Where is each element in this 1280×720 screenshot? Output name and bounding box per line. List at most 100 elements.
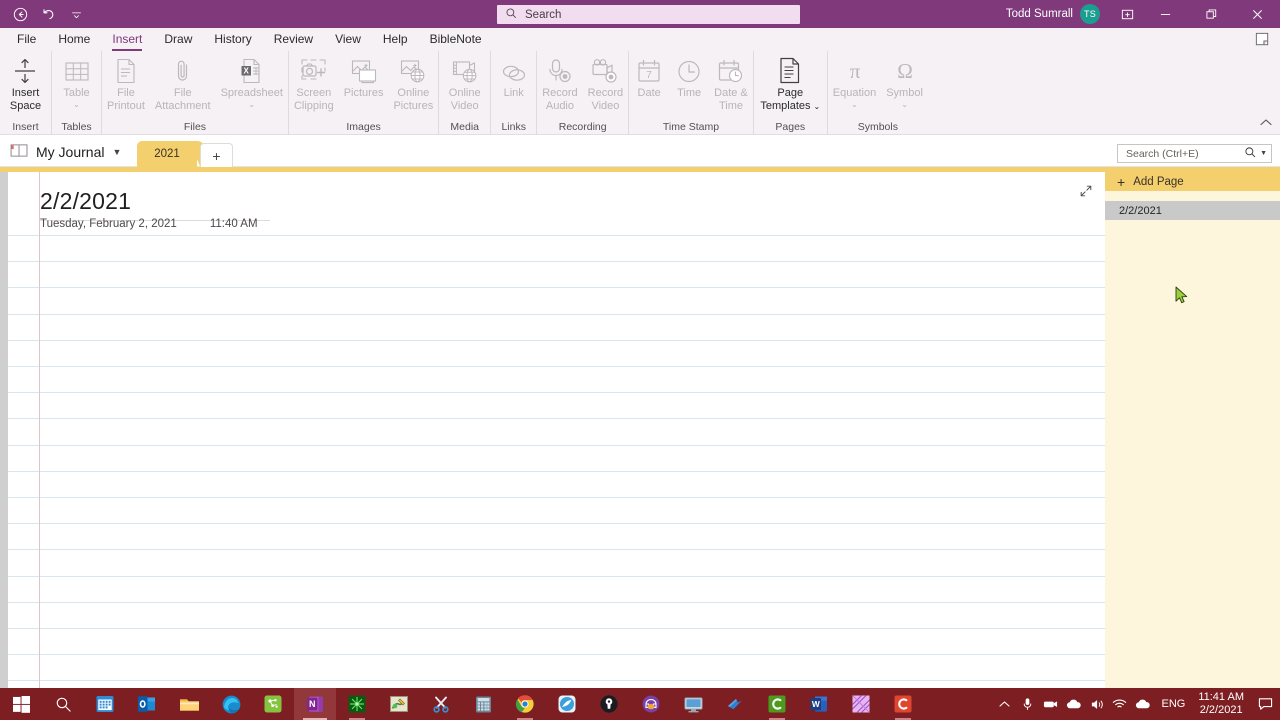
- microphone-icon[interactable]: [1016, 688, 1039, 720]
- taskbar-paint[interactable]: [378, 688, 420, 720]
- ribbon-tab-biblenote[interactable]: BibleNote: [419, 30, 493, 51]
- insert-space-icon: [13, 56, 37, 84]
- undo-icon[interactable]: [35, 2, 61, 26]
- note-canvas[interactable]: 2/2/2021 Tuesday, February 2, 2021 11:40…: [0, 172, 1105, 688]
- ribbon-group-pages: Page Templates ⌄ Pages: [754, 51, 828, 135]
- clock[interactable]: 11:41 AM 2/2/2021: [1192, 691, 1250, 717]
- taskbar-monitor[interactable]: [672, 688, 714, 720]
- ribbon-group-label: Time Stamp: [662, 121, 720, 133]
- add-page-label: Add Page: [1133, 175, 1184, 188]
- notification-icon[interactable]: [1250, 688, 1280, 720]
- back-arrow-icon[interactable]: [7, 2, 33, 26]
- taskbar-chrome[interactable]: [504, 688, 546, 720]
- chevron-up-icon[interactable]: [1260, 118, 1272, 130]
- canvas-left-scrollbar[interactable]: [0, 172, 8, 688]
- sticky-note-icon[interactable]: [1252, 30, 1272, 49]
- ribbon-tab-history[interactable]: History: [203, 30, 262, 51]
- ribbon-button-label: File Attachment: [154, 87, 211, 112]
- chevron-up-icon[interactable]: [993, 688, 1016, 720]
- taskbar-explorer-blue[interactable]: [546, 688, 588, 720]
- ribbon-button-equation: π Equation ⌄: [828, 54, 881, 109]
- close-icon[interactable]: [1234, 0, 1280, 28]
- taskbar-outlook[interactable]: [126, 688, 168, 720]
- paperclip-icon: [175, 56, 191, 84]
- ribbon-button-insert-space[interactable]: Insert Space: [5, 54, 46, 112]
- taskbar-blue-arrow[interactable]: [714, 688, 756, 720]
- restore-icon[interactable]: [1188, 0, 1234, 28]
- ribbon-tab-draw[interactable]: Draw: [153, 30, 203, 51]
- taskbar-file-explorer[interactable]: [168, 688, 210, 720]
- cloud-icon[interactable]: [1062, 688, 1085, 720]
- device-icon[interactable]: [1039, 688, 1062, 720]
- avatar[interactable]: TS: [1080, 4, 1100, 24]
- rule-line: [8, 680, 1105, 681]
- symbol-omega-icon: Ω: [893, 56, 917, 84]
- ribbon-tab-insert[interactable]: Insert: [101, 30, 153, 51]
- page-search-box[interactable]: Search (Ctrl+E) ▼: [1117, 144, 1272, 163]
- ribbon-tab-help[interactable]: Help: [372, 30, 419, 51]
- table-icon: [64, 56, 90, 84]
- ribbon-tab-view[interactable]: View: [324, 30, 372, 51]
- rule-line: [8, 261, 1105, 262]
- rule-line: [8, 497, 1105, 498]
- link-icon: [501, 56, 527, 84]
- ribbon-group-images: Screen Clipping Pictures Online Pictures Im…: [289, 51, 440, 135]
- margin-line: [39, 172, 40, 688]
- taskbar-word[interactable]: W: [798, 688, 840, 720]
- language-indicator[interactable]: ENG: [1154, 698, 1192, 710]
- page-time: 11:40 AM: [209, 218, 258, 230]
- page-list-item[interactable]: 2/2/2021: [1105, 201, 1280, 220]
- ribbon-button-spreadsheet: X Spreadsheet ⌄: [216, 54, 288, 109]
- customize-quick-access-icon[interactable]: [63, 2, 89, 26]
- ribbon-button-table: Table ⌄: [57, 54, 97, 109]
- rule-line: [8, 418, 1105, 419]
- expand-diagonal-icon[interactable]: [1075, 180, 1097, 202]
- start-button[interactable]: [0, 688, 42, 720]
- chevron-down-icon[interactable]: ▼: [112, 147, 121, 157]
- section-tab-2021[interactable]: 2021: [137, 141, 197, 167]
- taskbar-calculator[interactable]: [462, 688, 504, 720]
- taskbar-fireworks[interactable]: [336, 688, 378, 720]
- add-page-button[interactable]: + Add Page: [1105, 172, 1280, 191]
- page-date: Tuesday, February 2, 2021: [40, 218, 177, 230]
- taskbar-headphones[interactable]: [630, 688, 672, 720]
- svg-text:Ω: Ω: [897, 59, 913, 83]
- ribbon-button-label: Record Audio: [542, 87, 578, 112]
- volume-icon[interactable]: [1085, 688, 1108, 720]
- ribbon-group-media: Online Video Media: [439, 51, 492, 135]
- minimize-icon[interactable]: [1142, 0, 1188, 28]
- ribbon-button-label: Symbol: [886, 87, 923, 99]
- taskbar-search[interactable]: [42, 688, 84, 720]
- ribbon-tab-file[interactable]: File: [6, 30, 47, 51]
- chevron-down-icon[interactable]: ⌄: [814, 102, 821, 111]
- taskbar-calendar[interactable]: [84, 688, 126, 720]
- cloud-upload-icon[interactable]: [1131, 688, 1154, 720]
- taskbar-edge[interactable]: [210, 688, 252, 720]
- account-name[interactable]: Todd Sumrall: [1006, 8, 1073, 20]
- global-search-box[interactable]: Search: [497, 5, 800, 24]
- taskbar-snip[interactable]: [420, 688, 462, 720]
- taskbar-affinity[interactable]: [840, 688, 882, 720]
- add-section-button[interactable]: +: [200, 143, 233, 167]
- rule-line: [8, 366, 1105, 367]
- taskbar-onenote[interactable]: N: [294, 688, 336, 720]
- search-icon[interactable]: [1244, 146, 1257, 162]
- taskbar-camtasia-red[interactable]: [882, 688, 924, 720]
- ribbon-button-page-templates[interactable]: Page Templates ⌄: [755, 54, 825, 113]
- chevron-down-icon[interactable]: ▼: [1260, 150, 1267, 157]
- taskbar-excel-green[interactable]: [252, 688, 294, 720]
- wifi-icon[interactable]: [1108, 688, 1131, 720]
- ribbon-button-label: Spreadsheet: [220, 87, 283, 99]
- taskbar-camtasia[interactable]: [756, 688, 798, 720]
- page-title[interactable]: 2/2/2021: [40, 188, 131, 215]
- rule-line: [8, 287, 1105, 288]
- ribbon-tab-home[interactable]: Home: [47, 30, 101, 51]
- notebook-selector[interactable]: My Journal ▼: [10, 136, 121, 167]
- record-video-icon: [591, 56, 619, 84]
- svg-text:7: 7: [646, 70, 652, 81]
- spreadsheet-icon: X: [240, 56, 264, 84]
- ribbon-tab-review[interactable]: Review: [263, 30, 324, 51]
- ribbon-display-options-icon[interactable]: [1112, 0, 1142, 28]
- taskbar-dark-app[interactable]: [588, 688, 630, 720]
- record-audio-icon: [548, 56, 572, 84]
